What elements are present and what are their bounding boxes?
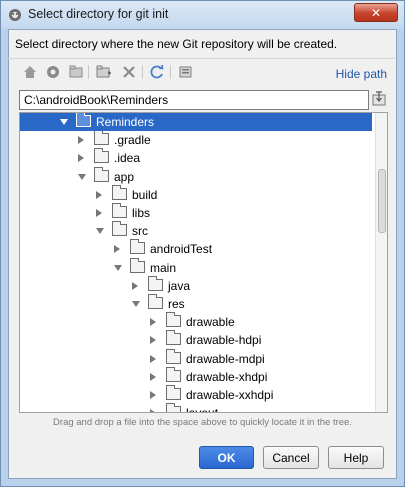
toolbar-separator [142,65,143,79]
drag-drop-hint: Drag and drop a file into the space abov… [53,417,352,428]
folder-icon [148,275,163,291]
tree-item[interactable]: drawable-xhdpi [20,366,372,386]
tree-item-label: drawable-xxhdpi [186,388,274,402]
expand-arrow-icon[interactable] [150,318,156,327]
tree-item-label: libs [132,206,151,220]
show-hidden-icon[interactable] [178,64,194,80]
divider [8,58,395,59]
cancel-button[interactable]: Cancel [263,446,319,469]
expand-arrow-icon[interactable] [96,209,102,217]
hide-path-link[interactable]: Hide path [336,67,387,81]
folder-icon [166,385,181,400]
delete-icon[interactable] [121,64,137,80]
collapse-arrow-icon[interactable] [78,173,86,180]
tree-item-label: .idea [114,151,141,166]
folder-icon [94,166,109,182]
folder-icon [94,130,109,146]
folder-icon [166,312,181,328]
folder-icon [148,294,163,309]
toolbar-separator [170,65,171,79]
collapse-arrow-icon[interactable] [114,264,122,271]
tree-item[interactable]: app [20,166,372,186]
tree-item[interactable]: .idea [20,148,372,167]
tree-item[interactable]: java [20,275,372,295]
folder-icon [166,348,181,364]
help-button[interactable]: Help [328,446,384,469]
tree-item-label: java [168,278,191,293]
path-input[interactable]: C:\androidBook\Reminders [19,90,369,110]
project-icon[interactable] [45,64,61,80]
tree-item-label: drawable [186,315,235,330]
expand-arrow-icon[interactable] [114,245,120,254]
vertical-scrollbar[interactable] [375,113,387,412]
folder-icon [112,184,127,200]
ok-button[interactable]: OK [199,446,254,469]
expand-arrow-icon[interactable] [96,190,102,199]
tree-item-label: Reminders [96,115,155,129]
tree-item[interactable]: build [20,184,372,204]
folder-icon [130,239,145,255]
folder-icon [130,257,145,273]
expand-arrow-icon[interactable] [78,136,84,145]
tree-item[interactable]: main [20,257,372,277]
folder-icon [112,203,127,218]
collapse-arrow-icon[interactable] [60,119,68,125]
module-icon[interactable] [68,64,84,80]
tree-item-label: drawable-xhdpi [186,369,268,384]
new-folder-icon[interactable] [96,64,112,80]
tree-item-label: app [114,169,135,184]
tree-item-label: androidTest [150,242,213,257]
collapse-arrow-icon[interactable] [132,301,140,307]
tree-item[interactable]: drawable-hdpi [20,330,372,349]
expand-arrow-icon[interactable] [150,391,156,399]
folder-icon [76,113,91,127]
scrollbar-thumb[interactable] [378,169,386,233]
tree-item-label: build [132,187,158,202]
app-icon [9,9,21,21]
toolbar-separator [88,65,89,79]
tree-item[interactable]: src [20,221,372,240]
expand-arrow-icon[interactable] [150,354,156,363]
tree-item[interactable]: drawable-xxhdpi [20,385,372,404]
expand-arrow-icon[interactable] [78,154,84,163]
window-title: Select directory for git init [28,7,169,21]
home-icon[interactable] [22,64,38,80]
tree-item-label: res [168,297,185,311]
expand-arrow-icon[interactable] [150,409,156,412]
tree-item-label: drawable-mdpi [186,351,265,366]
close-button[interactable]: ✕ [354,3,398,22]
browse-path-icon[interactable] [372,91,386,107]
tree-item[interactable]: res [20,294,372,313]
tree-item[interactable]: libs [20,203,372,222]
expand-arrow-icon[interactable] [132,281,138,290]
folder-icon [94,148,109,164]
expand-arrow-icon[interactable] [150,336,156,345]
refresh-icon[interactable] [149,64,165,80]
folder-icon [166,366,181,382]
expand-arrow-icon[interactable] [150,372,156,381]
tree-item-label: src [132,224,148,239]
tree-item-label: drawable-hdpi [186,333,262,348]
tree-item[interactable]: Reminders [20,113,372,131]
folder-icon [166,403,181,412]
tree-item[interactable]: drawable [20,312,372,331]
directory-tree[interactable]: layout drawable-xxhdpi drawable-xhdpi drawa… [19,112,388,413]
folder-icon [166,330,181,346]
tree-item[interactable]: androidTest [20,239,372,258]
tree-item-label: main [150,260,177,275]
description-text: Select directory where the new Git repos… [15,37,338,51]
title-bar[interactable]: Select directory for git init ✕ [1,1,404,29]
tree-item[interactable]: layout [20,403,372,412]
collapse-arrow-icon[interactable] [96,228,104,235]
folder-icon [112,221,127,237]
tree-item[interactable]: .gradle [20,130,372,149]
tree-item-label: layout [186,406,218,412]
tree-item[interactable]: drawable-mdpi [20,348,372,368]
tree-item-label: .gradle [114,133,151,148]
